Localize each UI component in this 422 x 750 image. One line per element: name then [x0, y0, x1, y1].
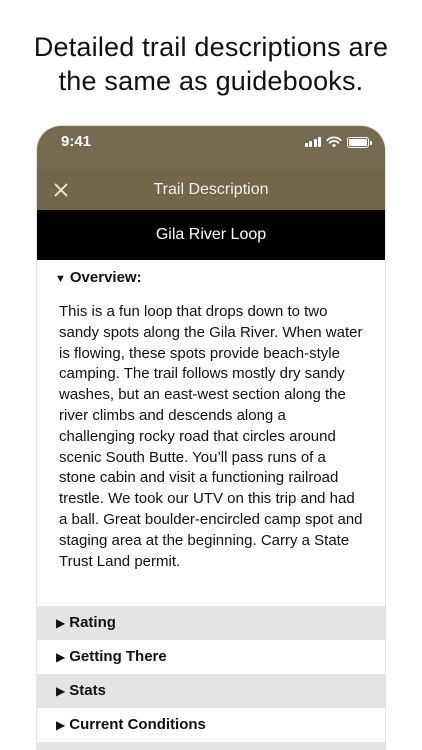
wifi-icon: [326, 136, 342, 148]
triangle-down-icon: ▼: [55, 273, 66, 285]
battery-icon: [347, 136, 372, 148]
overview-toggle[interactable]: ▼ Overview:: [55, 269, 142, 286]
headline: Detailed trail descriptions are the same…: [0, 30, 422, 98]
nav-bar: Trail Description: [37, 170, 385, 210]
headline-line-2: the same as guidebooks.: [58, 66, 364, 96]
overview-label: Overview:: [69, 269, 142, 286]
triangle-right-icon: ▶: [56, 684, 66, 698]
triangle-right-icon: ▶: [56, 718, 66, 732]
section-label: Rating: [69, 614, 116, 631]
section-getting-there[interactable]: ▶ Getting There: [37, 640, 385, 674]
section-label: Stats: [69, 682, 106, 699]
signal-icon: [304, 137, 321, 147]
status-bar: 9:41: [37, 126, 385, 170]
status-time: 9:41: [61, 133, 92, 150]
headline-line-1: Detailed trail descriptions are: [33, 32, 389, 62]
overview-text: This is a fun loop that drops down to tw…: [59, 303, 363, 570]
section-label: Getting There: [69, 648, 167, 665]
section-label: Current Conditions: [69, 716, 206, 733]
phone-screen: 9:41 Trail Description Gila River Loop ▼…: [37, 126, 385, 750]
section-current-conditions[interactable]: ▶ Current Conditions: [37, 708, 385, 742]
triangle-right-icon: ▶: [56, 650, 66, 664]
trail-name: Gila River Loop: [37, 210, 385, 260]
section-stats[interactable]: ▶ Stats: [37, 674, 385, 708]
status-icons: [304, 136, 372, 148]
nav-title: Trail Description: [153, 181, 269, 198]
section-list: ▶ Rating ▶ Getting There ▶ Stats ▶ Current C…: [37, 606, 385, 750]
section-next[interactable]: [37, 742, 385, 750]
section-rating[interactable]: ▶ Rating: [37, 606, 385, 640]
triangle-right-icon: ▶: [56, 616, 66, 630]
